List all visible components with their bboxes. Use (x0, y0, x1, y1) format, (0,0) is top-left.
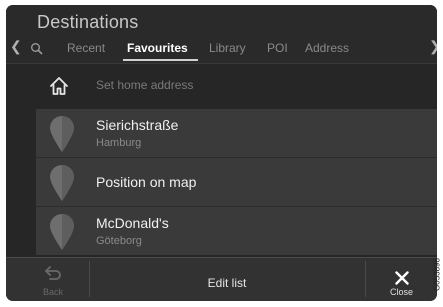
tab-favourites[interactable]: Favourites (127, 41, 188, 55)
tab-address[interactable]: Address (305, 41, 349, 55)
set-home-address-label: Set home address (96, 78, 194, 92)
bottom-bar: Back Edit list Close (6, 257, 437, 301)
list-item[interactable]: McDonald's Göteborg (36, 207, 437, 255)
figure-code: G053898 (431, 250, 443, 300)
tab-library[interactable]: Library (209, 41, 246, 55)
home-icon (50, 77, 68, 95)
tab-poi[interactable]: POI (267, 41, 288, 55)
map-pin-icon (50, 116, 74, 152)
close-label: Close (389, 287, 413, 297)
favourite-name: Position on map (96, 174, 197, 190)
header: Destinations ❮ Recent Favourites Library… (6, 5, 437, 63)
favourite-name: Sierichstraße (96, 117, 179, 133)
search-icon[interactable] (30, 42, 44, 56)
edit-list-button[interactable]: Edit list (89, 257, 365, 301)
close-button[interactable]: Close (366, 257, 437, 301)
list-item[interactable]: Position on map (36, 158, 437, 206)
active-tab-indicator (123, 59, 198, 61)
favourites-list: Sierichstraße Hamburg Position on map Mc… (36, 109, 437, 255)
favourite-city: Hamburg (96, 137, 142, 149)
back-arrow-icon (45, 266, 61, 280)
header-divider (6, 63, 437, 64)
close-icon (395, 271, 409, 285)
map-pin-icon (50, 165, 74, 201)
figure-code-label: G053898 (432, 258, 442, 291)
back-label: Back (42, 287, 63, 297)
tab-recent[interactable]: Recent (67, 41, 105, 55)
chevron-right-icon[interactable]: ❯ (429, 38, 437, 55)
list-item[interactable]: Sierichstraße Hamburg (36, 109, 437, 157)
page-title: Destinations (37, 12, 139, 32)
map-pin-icon (50, 214, 74, 250)
back-button[interactable]: Back (18, 257, 88, 301)
favourite-name: McDonald's (96, 215, 169, 231)
tab-bar: ❮ Recent Favourites Library POI Address … (6, 37, 437, 61)
favourite-city: Göteborg (96, 235, 142, 247)
set-home-address-row[interactable]: Set home address (6, 65, 437, 107)
chevron-left-icon[interactable]: ❮ (10, 38, 22, 55)
edit-list-label: Edit list (207, 276, 247, 290)
destinations-screen: Destinations ❮ Recent Favourites Library… (6, 5, 437, 301)
